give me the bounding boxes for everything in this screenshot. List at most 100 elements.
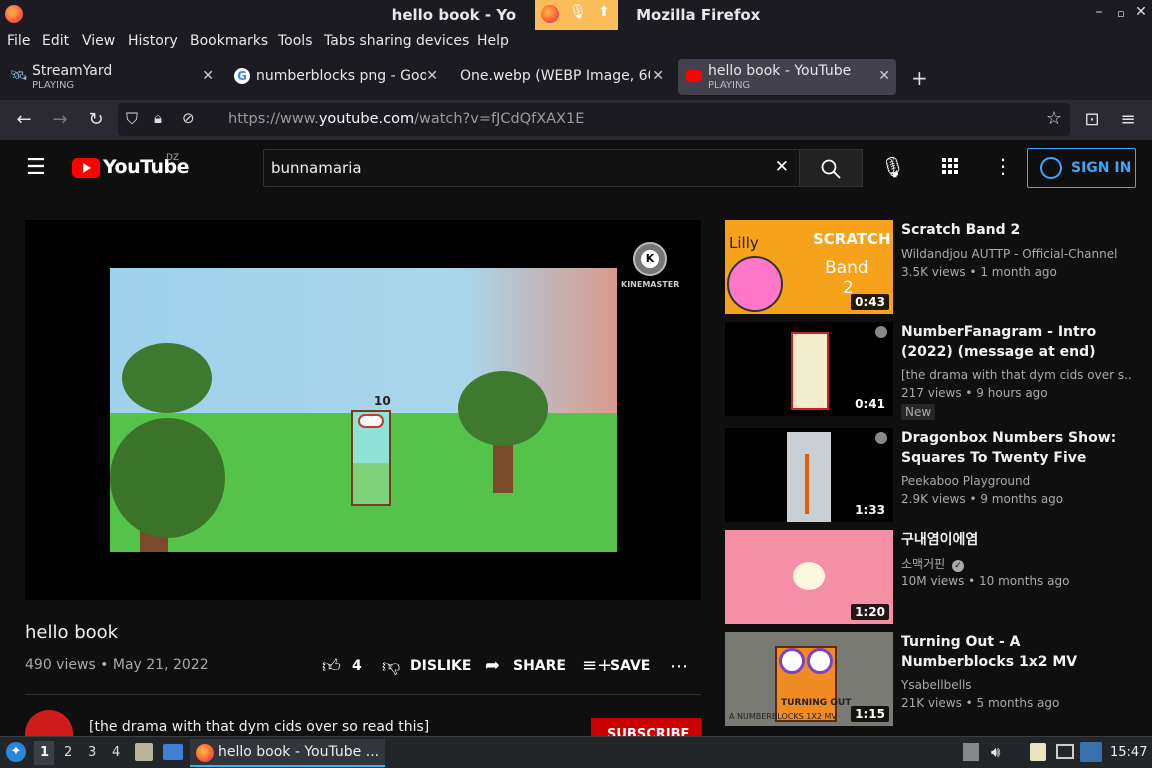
video-player[interactable]: 10 K KINEMASTER — [25, 220, 701, 600]
workspace-1[interactable]: 1 — [40, 745, 49, 760]
taskbar-window-firefox[interactable]: hello book - YouTube ... — [190, 739, 385, 767]
dislike-button[interactable]: 👎︎ DISLIKE — [382, 655, 472, 681]
sign-in-button[interactable]: SIGN IN — [1027, 148, 1136, 188]
recommendation-channel[interactable]: [the drama with that dym cids over s... — [901, 368, 1131, 382]
dislike-label: DISLIKE — [410, 658, 472, 674]
clock[interactable]: 15:47 — [1110, 745, 1147, 760]
recommendation-title[interactable]: Turning Out - A Numberblocks 1x2 MV — [901, 632, 1131, 672]
search-box[interactable]: bunnamaria ✕ — [263, 149, 800, 187]
ruler-illustration — [787, 432, 831, 522]
recommendation-meta: 3.5K views • 1 month ago — [901, 265, 1057, 279]
maximize-icon[interactable]: ▫ — [1111, 7, 1131, 20]
recommendation-item[interactable]: 1:33 Dragonbox Numbers Show: Squares To … — [725, 428, 1135, 528]
search-input[interactable]: bunnamaria — [271, 159, 362, 177]
thumbnail-text: Band — [825, 258, 869, 278]
tab-numberblocks-google[interactable]: G numberblocks png - Goo ✕ — [226, 59, 444, 95]
lock-icon[interactable]: 🔒︎ — [154, 109, 162, 127]
tray-arrow-icon[interactable] — [963, 743, 979, 761]
thumbnail-text: TURNING OUT — [781, 698, 852, 708]
recommendation-item[interactable]: 1:20 구내염이에염 소맥거핀 ✓ 10M views • 10 months… — [725, 530, 1135, 630]
recommendation-title[interactable]: NumberFanagram - Intro (2022) (message a… — [901, 322, 1131, 362]
volume-icon[interactable]: 🔊︎ — [991, 743, 1000, 761]
menu-edit[interactable]: Edit — [42, 33, 69, 49]
reader-view-icon[interactable]: ⊡ — [1080, 109, 1104, 130]
video-thumbnail[interactable]: TURNING OUT A NUMBERBLOCKS 1X2 MV 1:15 — [725, 632, 893, 726]
new-tab-icon[interactable]: + — [911, 66, 928, 90]
recommendation-channel[interactable]: Wildandjou AUTTP - Official-Channel — [901, 247, 1117, 261]
recommendation-item[interactable]: Lilly SCRATCH Band 2 0:43 Scratch Band 2… — [725, 220, 1135, 320]
video-thumbnail[interactable]: Lilly SCRATCH Band 2 0:43 — [725, 220, 893, 314]
channel-avatar[interactable] — [25, 710, 73, 736]
menu-bar: File Edit View History Bookmarks Tools T… — [0, 30, 1152, 54]
recommendation-item[interactable]: 0:41 NumberFanagram - Intro (2022) (mess… — [725, 322, 1135, 422]
sign-in-label: SIGN IN — [1071, 160, 1132, 176]
video-thumbnail[interactable]: 0:41 — [725, 322, 893, 416]
shield-icon[interactable]: ⛉ — [126, 109, 138, 129]
guide-menu-icon[interactable]: ☰ — [26, 155, 46, 180]
recommendation-title[interactable]: Dragonbox Numbers Show: Squares To Twent… — [901, 428, 1131, 468]
start-menu-icon[interactable]: ✦ — [6, 742, 26, 762]
tab-streamyard[interactable]: 🛰 StreamYard PLAYING ✕ — [2, 59, 220, 95]
youtube-favicon-icon — [686, 68, 704, 86]
workspace-4[interactable]: 4 — [112, 745, 120, 760]
like-button[interactable]: 👍︎ 4 — [322, 655, 362, 681]
minimize-icon[interactable]: – — [1089, 4, 1109, 20]
clear-search-icon[interactable]: ✕ — [775, 157, 789, 177]
menu-view[interactable]: View — [82, 33, 115, 49]
channel-name[interactable]: [the drama with that dym cids over so re… — [89, 719, 429, 735]
close-tab-icon[interactable]: ✕ — [878, 68, 890, 84]
microphone-icon[interactable]: 🎙︎ — [880, 155, 905, 179]
menu-tools[interactable]: Tools — [278, 33, 313, 49]
permissions-icon[interactable]: ⊘ — [182, 109, 195, 127]
network-icon[interactable] — [1056, 744, 1074, 759]
search-button[interactable] — [799, 149, 863, 187]
menu-bookmarks[interactable]: Bookmarks — [190, 33, 268, 49]
workspace-2[interactable]: 2 — [64, 745, 72, 760]
back-arrow-icon[interactable]: ← — [12, 109, 36, 130]
youtube-logo-icon[interactable] — [72, 158, 100, 178]
microphone-sharing-icon[interactable]: 🎙 — [566, 4, 590, 26]
close-window-icon[interactable]: ✕ — [1131, 4, 1151, 20]
show-desktop-icon[interactable] — [163, 744, 183, 760]
clipboard-icon[interactable] — [1030, 743, 1046, 761]
close-tab-icon[interactable]: ✕ — [426, 68, 438, 84]
screen-sharing-icon[interactable]: ⬆ — [592, 4, 616, 26]
hamburger-menu-icon[interactable]: ≡ — [1116, 109, 1140, 130]
recommendation-title[interactable]: Scratch Band 2 — [901, 220, 1131, 240]
save-button[interactable]: ≡+ SAVE — [582, 655, 652, 681]
recommendation-title[interactable]: 구내염이에염 — [901, 530, 1131, 550]
recommendation-channel[interactable]: Ysabellbells — [901, 678, 972, 692]
file-manager-icon[interactable] — [135, 743, 153, 761]
recommendation-item[interactable]: TURNING OUT A NUMBERBLOCKS 1X2 MV 1:15 T… — [725, 632, 1135, 732]
recommendation-channel[interactable]: 소맥거핀 ✓ — [901, 555, 964, 572]
recommendation-channel[interactable]: Peekaboo Playground — [901, 474, 1030, 488]
forward-arrow-icon[interactable]: → — [48, 109, 72, 130]
share-button[interactable]: ➦ SHARE — [485, 655, 566, 681]
save-label: SAVE — [610, 658, 651, 674]
navigation-toolbar: ← → ↻ ⛉ 🔒︎ ⊘ https://www.youtube.com/wat… — [0, 100, 1152, 140]
streamyard-icon: 🛰 — [10, 68, 28, 84]
bookmark-star-icon[interactable]: ☆ — [1046, 108, 1062, 129]
subscribe-button[interactable]: SUBSCRIBE — [591, 718, 701, 736]
tab-one-webp[interactable]: One.webp (WEBP Image, 60 ✕ — [452, 59, 670, 95]
duration-badge: 1:15 — [851, 706, 889, 722]
workspace-3[interactable]: 3 — [88, 745, 96, 760]
thumbs-up-icon: 👍︎ — [322, 656, 341, 677]
more-actions-icon[interactable]: ⋯ — [670, 656, 688, 677]
close-tab-icon[interactable]: ✕ — [652, 68, 664, 84]
video-thumbnail[interactable]: 1:33 — [725, 428, 893, 522]
menu-file[interactable]: File — [7, 33, 30, 49]
tab-hello-book-youtube[interactable]: hello book - YouTube PLAYING ✕ — [678, 59, 896, 95]
url-bar[interactable]: ⛉ 🔒︎ ⊘ https://www.youtube.com/watch?v=f… — [118, 103, 1070, 136]
menu-history[interactable]: History — [128, 33, 178, 49]
apps-grid-icon[interactable] — [942, 158, 960, 176]
reload-icon[interactable]: ↻ — [84, 109, 108, 130]
menu-tabs-sharing-devices[interactable]: Tabs sharing devices — [324, 33, 469, 49]
menu-help[interactable]: Help — [477, 33, 509, 49]
notification-icon[interactable] — [1080, 742, 1102, 762]
video-thumbnail[interactable]: 1:20 — [725, 530, 893, 624]
url-text[interactable]: https://www.youtube.com/watch?v=fJCdQfXA… — [228, 111, 584, 127]
more-options-icon[interactable]: ⋮ — [993, 154, 1013, 178]
close-tab-icon[interactable]: ✕ — [202, 68, 214, 84]
tab-label: StreamYard — [32, 63, 113, 79]
